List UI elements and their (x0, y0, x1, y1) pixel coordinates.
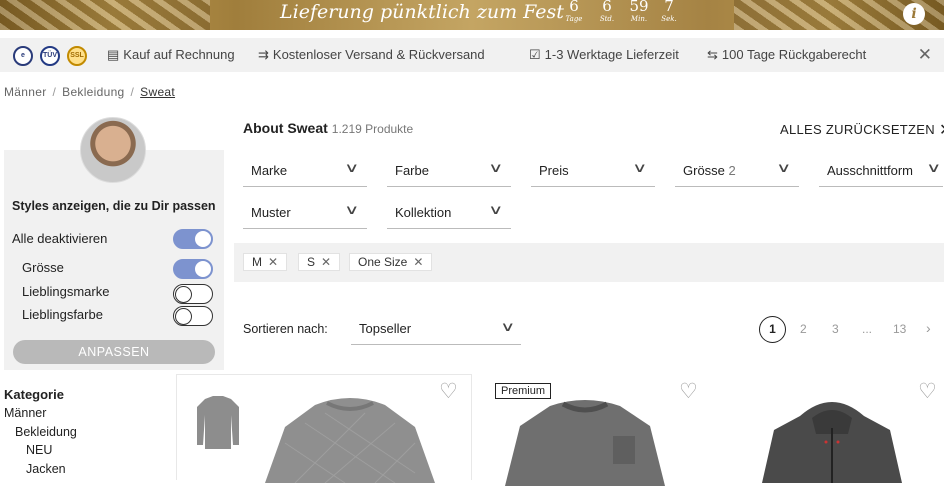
countdown-seconds: 7 Sek. (661, 0, 677, 23)
close-icon: ✕ (939, 122, 944, 139)
toggle-row-color: Lieblingsfarbe (22, 307, 103, 322)
chip-size-m[interactable]: M ✕ (243, 253, 288, 271)
wishlist-heart-icon[interactable]: ♡ (679, 381, 698, 402)
usp-bar: e TÜV SSL ▤ Kauf auf Rechnung ⇉ Kostenlose… (0, 38, 944, 72)
breadcrumb-item-sweat[interactable]: Sweat (140, 85, 175, 99)
chip-size-s[interactable]: S ✕ (298, 253, 341, 271)
product-thumbnail[interactable] (195, 393, 241, 451)
countdown-minutes: 59 Min. (629, 0, 649, 23)
chevron-down-icon: ∨ (488, 160, 504, 175)
product-image[interactable] (265, 393, 435, 483)
close-icon[interactable]: ✕ (918, 45, 932, 65)
ehi-badge-icon[interactable]: e (13, 46, 33, 66)
filter-groesse[interactable]: Grösse 2 ∨ (675, 160, 799, 187)
usp-invoice: ▤ Kauf auf Rechnung (107, 47, 235, 62)
wishlist-heart-icon[interactable]: ♡ (918, 381, 937, 402)
chevron-down-icon: ∨ (488, 202, 504, 217)
banner-decoration-left (0, 0, 210, 30)
category-item-maenner[interactable]: Männer (4, 406, 46, 420)
sort-select[interactable]: Topseller ∨ (351, 317, 521, 345)
toggle-row-size: Grösse (22, 260, 64, 275)
countdown-days: 6 Tage (565, 0, 583, 23)
wishlist-heart-icon[interactable]: ♡ (439, 381, 458, 402)
filter-kollektion[interactable]: Kollektion ∨ (387, 202, 511, 229)
exchange-icon: ⇆ (707, 47, 718, 62)
toggle-size[interactable] (173, 259, 213, 279)
filter-muster[interactable]: Muster ∨ (243, 202, 367, 229)
toggle-favorite-color[interactable] (173, 306, 213, 326)
chevron-down-icon: ∨ (632, 160, 648, 175)
toggle-row-all: Alle deaktivieren (12, 231, 108, 246)
usp-return: ⇆ 100 Tage Rückgaberecht (707, 47, 867, 62)
tuv-badge-icon[interactable]: TÜV (40, 46, 60, 66)
info-icon[interactable]: i (903, 3, 925, 25)
ssl-badge-icon[interactable]: SSL (67, 46, 87, 66)
truck-icon: ⇉ (258, 47, 269, 62)
category-item-bekleidung[interactable]: Bekleidung (15, 425, 77, 439)
filter-farbe[interactable]: Farbe ∨ (387, 160, 511, 187)
close-icon: ✕ (268, 255, 279, 269)
checkbox-icon: ☑ (529, 47, 541, 62)
toggle-favorite-brand[interactable] (173, 284, 213, 304)
category-title: Kategorie (4, 387, 64, 402)
page-3[interactable]: 3 (832, 322, 839, 336)
usp-delivery-time: ☑ 1-3 Werktage Lieferzeit (529, 47, 679, 62)
category-item-neu[interactable]: NEU (26, 443, 52, 457)
page-13[interactable]: 13 (893, 322, 906, 336)
close-icon: ✕ (413, 255, 424, 269)
breadcrumb: Männer / Bekleidung / Sweat (4, 85, 176, 99)
apply-button[interactable]: ANPASSEN (13, 340, 215, 364)
product-image[interactable] (762, 398, 902, 483)
avatar (80, 117, 146, 183)
chevron-down-icon: ∨ (926, 160, 942, 175)
filter-ausschnittform[interactable]: Ausschnittform ∨ (819, 160, 943, 187)
category-item-jacken[interactable]: Jacken (26, 462, 66, 476)
page-2[interactable]: 2 (800, 322, 807, 336)
breadcrumb-item-bekleidung[interactable]: Bekleidung (62, 85, 124, 99)
toggle-row-brand: Lieblingsmarke (22, 284, 110, 299)
page-title: About Sweat 1.219 Produkte (243, 120, 414, 136)
filter-preis[interactable]: Preis ∨ (531, 160, 655, 187)
chevron-down-icon: ∨ (344, 160, 360, 175)
page-ellipsis: ... (862, 322, 873, 336)
chevron-down-icon: ∨ (776, 160, 792, 175)
chevron-down-icon: ∨ (344, 202, 360, 217)
styles-title: Styles anzeigen, die zu Dir passen (12, 199, 216, 213)
reset-all-button[interactable]: ALLES ZURÜCKSETZEN✕ (780, 120, 944, 140)
banner-title: Lieferung pünktlich zum Fest (280, 1, 564, 23)
product-count: 1.219 Produkte (331, 122, 414, 136)
product-image[interactable] (505, 396, 665, 486)
invoice-icon: ▤ (107, 47, 120, 62)
close-icon: ✕ (321, 255, 332, 269)
chevron-down-icon: ∨ (500, 319, 516, 334)
promo-banner: Lieferung pünktlich zum Fest 6 Tage 6 Std.… (0, 0, 944, 30)
usp-shipping: ⇉ Kostenloser Versand & Rückversand (258, 47, 485, 62)
active-filters: M ✕ S ✕ One Size ✕ (234, 243, 944, 282)
chevron-right-icon[interactable]: › (926, 320, 931, 336)
breadcrumb-item-maenner[interactable]: Männer (4, 85, 47, 99)
countdown-hours: 6 Std. (599, 0, 615, 23)
chip-size-onesize[interactable]: One Size ✕ (349, 253, 433, 271)
sort-label: Sortieren nach: (243, 322, 328, 336)
page-1[interactable]: 1 (759, 316, 786, 343)
toggle-all-deactivate[interactable] (173, 229, 213, 249)
filter-marke[interactable]: Marke ∨ (243, 160, 367, 187)
